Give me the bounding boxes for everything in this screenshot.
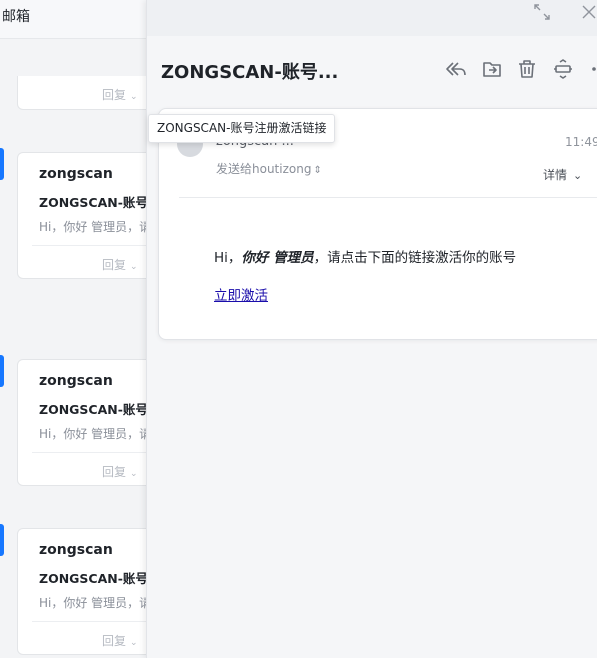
mail-list-pane: 邮箱 回复⌄ zongscan ZONGSCAN-账号注 Hi，你好 管理员，请… bbox=[0, 0, 146, 658]
more-icon[interactable] bbox=[587, 58, 597, 80]
details-toggle[interactable]: 详情 ⌄ bbox=[543, 166, 582, 183]
reply-all-icon[interactable] bbox=[445, 58, 467, 80]
list-item-preview: Hi，你好 管理员，请 bbox=[39, 596, 146, 610]
mail-body-text: Hi，你好 管理员，请点击下面的链接激活你的账号 bbox=[214, 250, 517, 266]
recipient-info[interactable]: 发送给houtizong ⇕ bbox=[216, 160, 322, 177]
reading-pane: ZONGSCAN-账号... zongscan ... 11:49 发送给hou… bbox=[146, 0, 597, 658]
reply-button[interactable]: 回复 ⌄ bbox=[102, 256, 138, 273]
list-item-preview: Hi，你好 管理员，请 bbox=[39, 220, 146, 234]
mail-time: 11:49 bbox=[565, 135, 597, 149]
selected-indicator bbox=[0, 524, 4, 556]
list-item[interactable]: zongscan ZONGSCAN-账号注 Hi，你好 管理员，请 回复⌄ bbox=[17, 152, 146, 279]
list-item[interactable]: zongscan ZONGSCAN-账号注 Hi，你好 管理员，请 回复⌄ bbox=[17, 528, 146, 655]
chevron-down-icon: ⌄ bbox=[573, 169, 583, 182]
list-item-subject: ZONGSCAN-账号注 bbox=[39, 402, 146, 417]
expand-icon[interactable] bbox=[533, 3, 551, 25]
mark-icon[interactable] bbox=[552, 58, 574, 80]
list-item-preview: Hi，你好 管理员，请 bbox=[39, 427, 146, 441]
reading-pane-topbar bbox=[147, 0, 597, 36]
list-item-subject: ZONGSCAN-账号注 bbox=[39, 571, 146, 586]
divider bbox=[32, 452, 146, 453]
divider bbox=[32, 621, 146, 622]
reply-button[interactable]: 回复 ⌄ bbox=[102, 86, 138, 103]
list-item-sender: zongscan bbox=[39, 542, 113, 558]
sort-icon: ⇕ bbox=[313, 165, 322, 176]
chevron-down-icon: ⌄ bbox=[130, 262, 138, 272]
list-item-subject: ZONGSCAN-账号注 bbox=[39, 195, 146, 210]
divider bbox=[32, 245, 146, 246]
divider bbox=[179, 197, 597, 198]
move-to-folder-icon[interactable] bbox=[481, 58, 503, 80]
list-item[interactable]: 回复 ⌄ bbox=[17, 76, 146, 110]
chevron-down-icon: ⌄ bbox=[130, 638, 138, 648]
close-icon[interactable] bbox=[581, 3, 597, 25]
reply-button[interactable]: 回复 ⌄ bbox=[102, 632, 138, 649]
list-item[interactable]: zongscan ZONGSCAN-账号注 Hi，你好 管理员，请 回复⌄ bbox=[17, 359, 146, 486]
list-item-sender: zongscan bbox=[39, 373, 113, 389]
mail-subject: ZONGSCAN-账号... bbox=[161, 62, 339, 83]
chevron-down-icon: ⌄ bbox=[130, 92, 138, 102]
chevron-down-icon: ⌄ bbox=[130, 469, 138, 479]
subject-tooltip: ZONGSCAN-账号注册激活链接 bbox=[148, 114, 336, 143]
selected-indicator bbox=[0, 148, 4, 180]
trash-icon[interactable] bbox=[516, 58, 538, 80]
mail-list-header: 邮箱 bbox=[0, 0, 146, 39]
mailbox-title: 邮箱 bbox=[2, 9, 30, 25]
list-item-sender: zongscan bbox=[39, 166, 113, 182]
selected-indicator bbox=[0, 355, 4, 387]
reply-button[interactable]: 回复 ⌄ bbox=[102, 463, 138, 480]
activate-link[interactable]: 立即激活 bbox=[214, 284, 268, 304]
